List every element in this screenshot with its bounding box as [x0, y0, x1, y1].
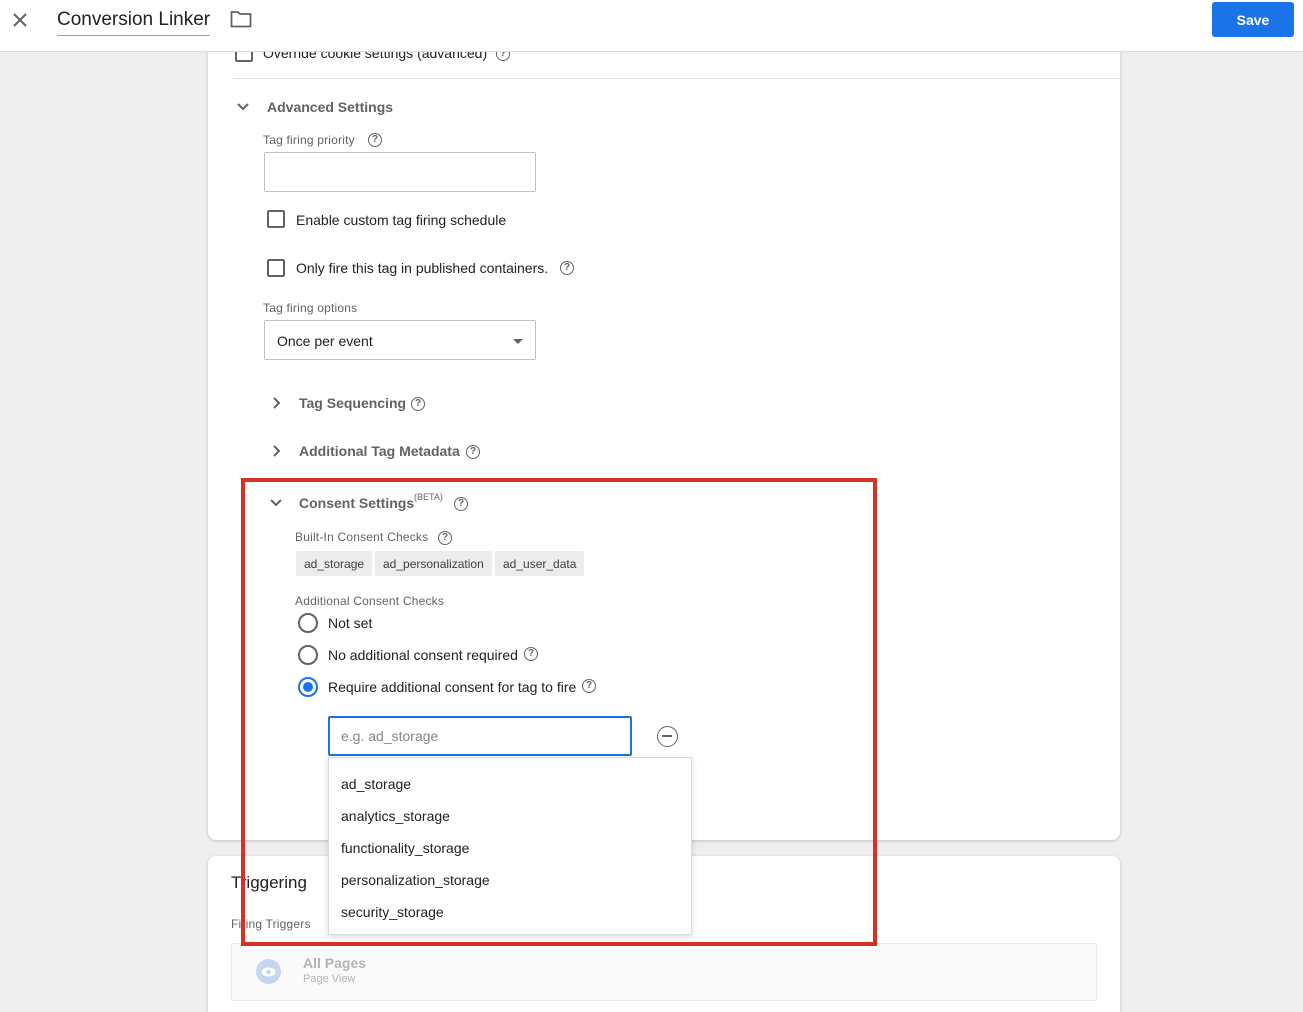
- suggestion-item[interactable]: personalization_storage: [329, 864, 691, 896]
- trigger-name: All Pages: [303, 955, 367, 971]
- tag-firing-options-value: Once per event: [277, 333, 373, 349]
- custom-schedule-label: Enable custom tag firing schedule: [296, 212, 507, 228]
- triggering-title: Triggering: [231, 873, 307, 892]
- additional-consent-input[interactable]: [328, 716, 632, 756]
- consent-suggestions-dropdown: ad_storage analytics_storage functionali…: [328, 757, 692, 935]
- tag-firing-options-label: Tag firing options: [263, 301, 358, 315]
- suggestion-item[interactable]: analytics_storage: [329, 800, 691, 832]
- help-icon[interactable]: ?: [524, 647, 538, 661]
- radio-not-set-label[interactable]: Not set: [328, 615, 372, 631]
- save-button[interactable]: Save: [1212, 2, 1294, 37]
- chevron-down-icon[interactable]: [236, 100, 250, 114]
- suggestion-item[interactable]: ad_storage: [329, 768, 691, 800]
- trigger-type: Page View: [303, 973, 356, 985]
- chevron-right-icon[interactable]: [269, 396, 283, 410]
- firing-triggers-label: Firing Triggers: [231, 917, 311, 931]
- tag-firing-priority-input[interactable]: [264, 152, 536, 192]
- beta-badge: (BETA): [414, 492, 443, 502]
- help-icon[interactable]: ?: [368, 133, 382, 147]
- radio-not-set[interactable]: [298, 613, 318, 633]
- custom-schedule-checkbox[interactable]: [267, 210, 285, 228]
- page-title[interactable]: Conversion Linker: [57, 9, 210, 30]
- radio-require-additional-consent-label[interactable]: Require additional consent for tag to fi…: [328, 679, 576, 695]
- dropdown-arrow-icon: [513, 339, 523, 344]
- tag-firing-priority-label: Tag firing priority: [263, 133, 355, 147]
- radio-no-additional-consent[interactable]: [298, 645, 318, 665]
- chevron-right-icon[interactable]: [269, 444, 283, 458]
- help-icon[interactable]: ?: [454, 497, 468, 511]
- published-only-label: Only fire this tag in published containe…: [296, 260, 549, 276]
- folder-icon[interactable]: [230, 10, 252, 30]
- tag-name-field[interactable]: Conversion Linker: [57, 8, 211, 36]
- consent-chip-ad-user-data: ad_user_data: [495, 551, 585, 576]
- consent-settings-title[interactable]: Consent Settings: [299, 495, 414, 511]
- radio-require-additional-consent[interactable]: [298, 677, 318, 697]
- remove-circle-icon[interactable]: [657, 726, 678, 747]
- additional-metadata-title[interactable]: Additional Tag Metadata: [299, 443, 460, 459]
- consent-chip-ad-personalization: ad_personalization: [375, 551, 492, 576]
- trigger-row[interactable]: [231, 943, 1097, 1001]
- help-icon[interactable]: ?: [560, 261, 574, 275]
- radio-no-additional-consent-label[interactable]: No additional consent required: [328, 647, 518, 663]
- consent-chip-ad-storage: ad_storage: [296, 551, 373, 576]
- divider: [233, 78, 1120, 79]
- help-icon[interactable]: ?: [438, 531, 452, 545]
- help-icon[interactable]: ?: [411, 397, 425, 411]
- additional-consent-label: Additional Consent Checks: [295, 594, 445, 608]
- advanced-settings-title[interactable]: Advanced Settings: [267, 99, 393, 115]
- published-only-checkbox[interactable]: [267, 259, 285, 277]
- builtin-consent-label: Built-In Consent Checks: [295, 530, 429, 544]
- tag-sequencing-title[interactable]: Tag Sequencing: [299, 395, 406, 411]
- close-icon[interactable]: [6, 6, 34, 34]
- chevron-down-icon[interactable]: [269, 496, 283, 510]
- suggestion-item[interactable]: functionality_storage: [329, 832, 691, 864]
- eye-icon: [256, 959, 281, 984]
- tag-firing-options-select[interactable]: Once per event: [264, 320, 536, 360]
- help-icon[interactable]: ?: [582, 679, 596, 693]
- help-icon[interactable]: ?: [466, 445, 480, 459]
- top-bar: Conversion Linker Save: [0, 0, 1303, 52]
- suggestion-item[interactable]: security_storage: [329, 896, 691, 928]
